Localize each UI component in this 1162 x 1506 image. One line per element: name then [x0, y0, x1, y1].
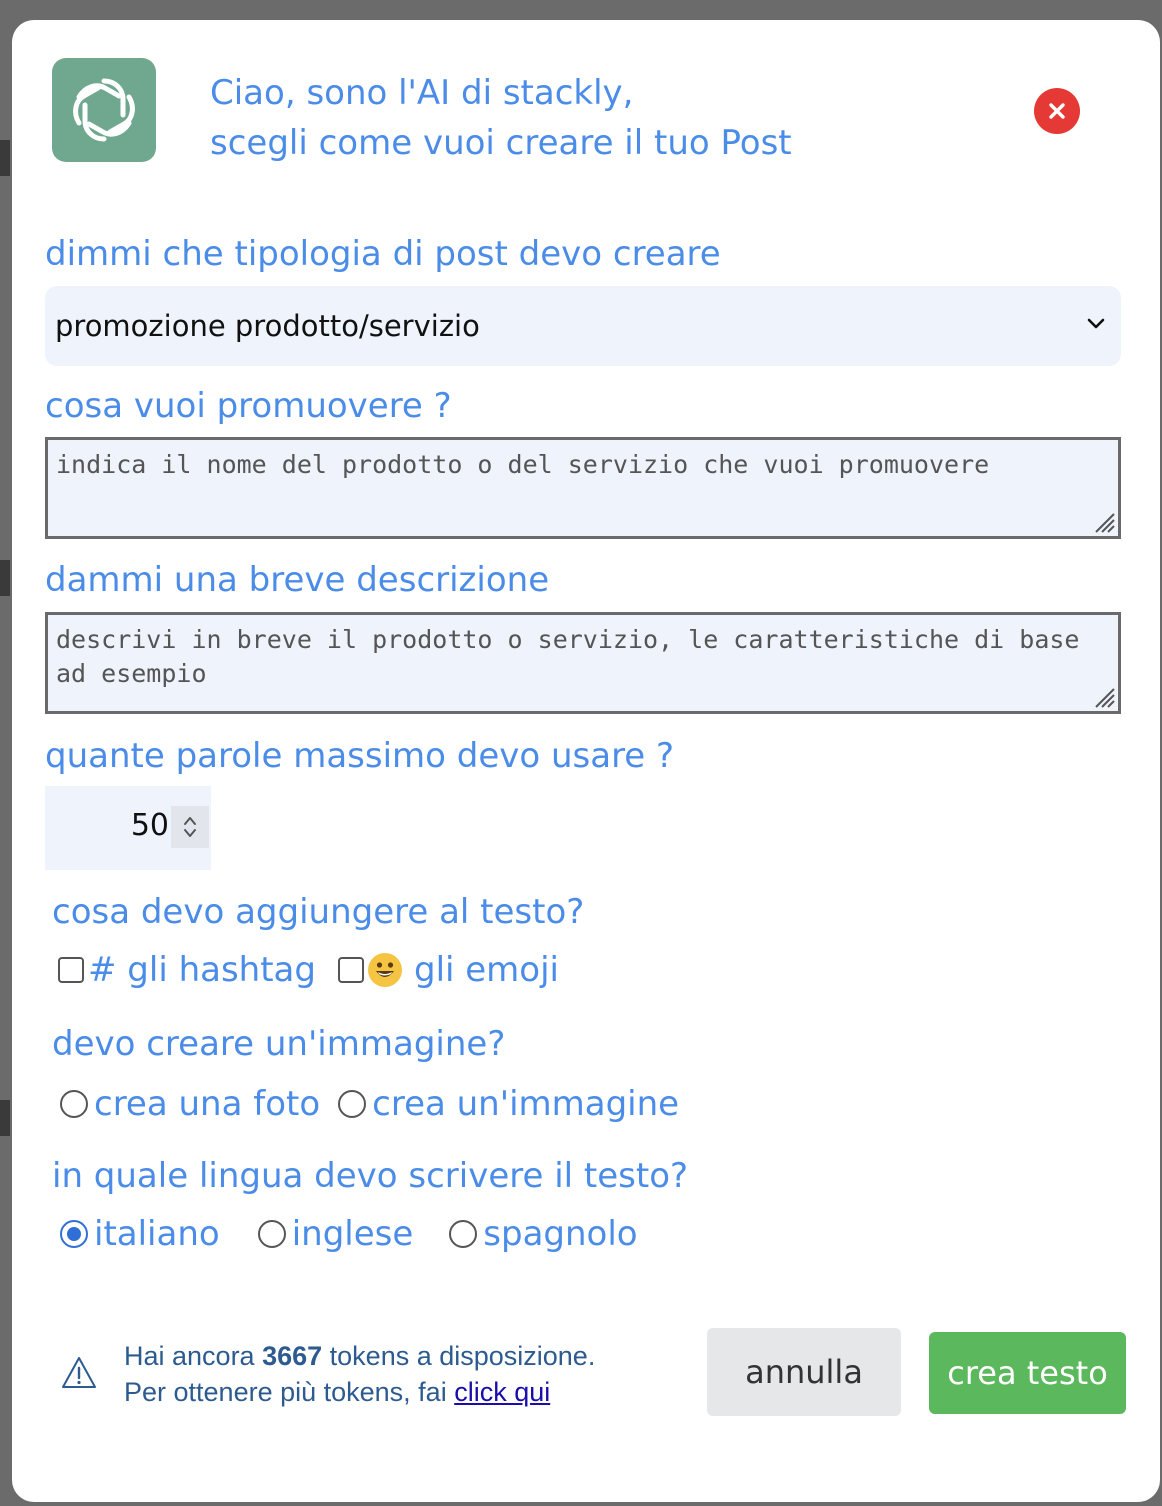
backdrop-edge-mark: [0, 560, 10, 596]
language-option-spagnolo[interactable]: spagnolo: [449, 1214, 638, 1254]
promote-label: cosa vuoi promuovere ?: [45, 386, 452, 426]
tokens-notice: Hai ancora 3667 tokens a disposizione. P…: [60, 1338, 595, 1410]
post-type-select[interactable]: promozione prodotto/servizio: [45, 286, 1121, 366]
create-image-label: devo creare un'immagine?: [52, 1024, 506, 1064]
more-tokens-prefix: Per ottenere più tokens, fai: [124, 1377, 455, 1407]
hashtag-checkbox[interactable]: [58, 957, 84, 983]
resize-grip-icon[interactable]: [1090, 508, 1116, 534]
tokens-count: 3667: [262, 1341, 323, 1371]
post-type-label: dimmi che tipologia di post devo creare: [45, 234, 721, 274]
emoji-option[interactable]: gli emoji: [337, 950, 559, 990]
hashtag-option[interactable]: # gli hashtag: [58, 950, 316, 990]
language-option-inglese[interactable]: inglese: [257, 1214, 414, 1254]
backdrop-edge-mark: [0, 1100, 10, 1136]
inglese-radio[interactable]: [257, 1220, 286, 1248]
create-post-modal: Ciao, sono l'AI di stackly, scegli come …: [12, 20, 1160, 1502]
tokens-text: Hai ancora 3667 tokens a disposizione. P…: [124, 1338, 595, 1410]
tokens-line: Hai ancora 3667 tokens a disposizione.: [124, 1338, 595, 1374]
stepper-arrows-icon: [184, 817, 196, 837]
spagnolo-radio[interactable]: [449, 1220, 478, 1248]
post-type-selected-value: promozione prodotto/servizio: [55, 309, 480, 343]
image-radio[interactable]: [338, 1090, 367, 1118]
language-label: in quale lingua devo scrivere il testo?: [52, 1156, 689, 1196]
tokens-suffix: tokens a disposizione.: [322, 1341, 596, 1371]
cancel-button[interactable]: annulla: [707, 1328, 901, 1416]
word-count-value: 50: [130, 808, 169, 843]
description-placeholder: descrivi in breve il prodotto o servizio…: [56, 625, 1080, 688]
close-icon: [1049, 103, 1065, 119]
tokens-prefix: Hai ancora: [124, 1341, 263, 1371]
photo-radio[interactable]: [60, 1090, 88, 1118]
warning-icon: [62, 1357, 96, 1388]
backdrop-edge-mark: [0, 140, 10, 176]
header-line-1: Ciao, sono l'AI di stackly,: [210, 73, 634, 113]
hashtag-label: # gli hashtag: [88, 950, 316, 990]
header-greeting: Ciao, sono l'AI di stackly, scegli come …: [210, 68, 792, 168]
image-options-row: crea una foto crea un'immagine: [60, 1084, 679, 1124]
chevron-down-icon: [1087, 318, 1105, 329]
image-option-label: crea un'immagine: [372, 1084, 680, 1124]
smiley-emoji-icon: [367, 953, 402, 987]
photo-option[interactable]: crea una foto: [60, 1084, 320, 1124]
word-count-stepper[interactable]: [171, 806, 209, 848]
close-button[interactable]: [1034, 88, 1080, 134]
language-option-italiano[interactable]: italiano: [60, 1214, 220, 1254]
inglese-label: inglese: [291, 1214, 414, 1254]
more-tokens-line: Per ottenere più tokens, fai click qui: [124, 1374, 595, 1410]
description-textarea[interactable]: descrivi in breve il prodotto o servizio…: [45, 612, 1121, 714]
spagnolo-label: spagnolo: [483, 1214, 638, 1254]
description-label: dammi una breve descrizione: [45, 560, 550, 600]
promote-textarea[interactable]: indica il nome del prodotto o del serviz…: [45, 437, 1121, 539]
add-options-row: # gli hashtag gli emoji: [58, 950, 559, 990]
emoji-label: gli emoji: [413, 950, 559, 990]
promote-placeholder: indica il nome del prodotto o del serviz…: [56, 450, 990, 479]
word-count-label: quante parole massimo devo usare ?: [45, 736, 675, 776]
language-options-row: italiano inglese spagnolo: [60, 1214, 638, 1254]
resize-grip-icon[interactable]: [1090, 683, 1116, 709]
image-option[interactable]: crea un'immagine: [338, 1084, 679, 1124]
word-count-input[interactable]: 50: [45, 786, 211, 870]
add-to-text-label: cosa devo aggiungere al testo?: [52, 892, 585, 932]
openai-logo-icon: [52, 58, 156, 162]
emoji-checkbox[interactable]: [337, 957, 364, 983]
italiano-radio[interactable]: [60, 1220, 88, 1248]
italiano-label: italiano: [94, 1214, 220, 1254]
create-text-button[interactable]: crea testo: [929, 1332, 1126, 1414]
more-tokens-link[interactable]: click qui: [454, 1377, 550, 1407]
header-line-2: scegli come vuoi creare il tuo Post: [210, 123, 792, 163]
photo-label: crea una foto: [94, 1084, 321, 1124]
